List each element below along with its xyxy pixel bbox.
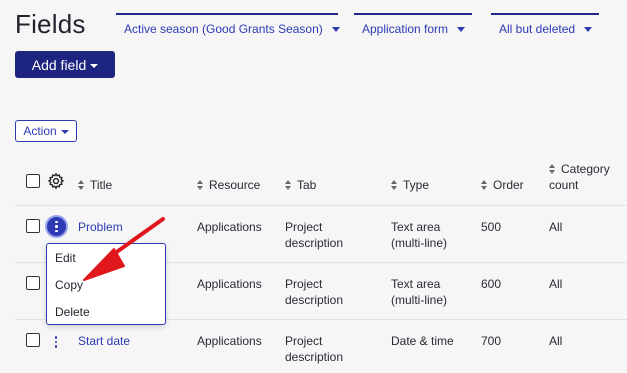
season-filter[interactable]: Active season (Good Grants Season) [116, 13, 340, 42]
chevron-down-icon [90, 63, 99, 68]
row-type-line2: (multi-line) [391, 236, 448, 250]
row-title-link[interactable]: Problem [78, 219, 123, 235]
form-filter[interactable]: Application form [354, 13, 472, 42]
column-header-resource-label: Resource [209, 178, 261, 192]
sort-icon [78, 180, 84, 190]
row-order: 700 [481, 334, 502, 348]
row-type: Date & time [391, 334, 454, 348]
sort-icon [549, 164, 555, 174]
column-header-title[interactable]: Title [78, 178, 112, 192]
row-type: Text area [391, 220, 441, 234]
row-checkbox[interactable] [26, 333, 40, 347]
row-resource: Applications [197, 220, 262, 234]
column-header-order[interactable]: Order [481, 178, 524, 192]
column-header-resource[interactable]: Resource [197, 178, 260, 192]
menu-item-copy[interactable]: Copy [55, 278, 83, 292]
column-header-tab-label: Tab [297, 178, 317, 192]
row-category: All [549, 220, 563, 234]
row-resource: Applications [197, 277, 262, 291]
row-type-line2: (multi-line) [391, 293, 448, 307]
action-label: Action [23, 124, 57, 138]
row-category: All [549, 334, 563, 348]
action-button[interactable]: Action [15, 120, 77, 142]
row-actions-menu: Edit Copy Delete [46, 243, 166, 325]
select-all-checkbox[interactable] [26, 174, 40, 188]
row-resource: Applications [197, 334, 262, 348]
form-filter-label: Application form [362, 21, 449, 36]
column-header-order-label: Order [493, 178, 524, 192]
row-tab-line2: description [285, 293, 344, 307]
row-category: All [549, 277, 563, 291]
column-header-category-label: Category [561, 162, 610, 176]
menu-item-edit[interactable]: Edit [55, 251, 76, 265]
row-order: 500 [481, 220, 502, 234]
page-title: Fields [15, 9, 86, 39]
kebab-icon[interactable] [45, 215, 68, 238]
row-checkbox[interactable] [26, 276, 40, 290]
chevron-down-icon [60, 130, 69, 134]
row-tab-line2: description [285, 236, 344, 250]
row-type: Text area [391, 277, 441, 291]
status-filter-label: All but deleted [499, 21, 576, 36]
column-header-type-label: Type [403, 178, 430, 192]
row-tab: Project [285, 277, 323, 291]
row-tab: Project [285, 220, 323, 234]
column-header-type[interactable]: Type [391, 178, 429, 192]
row-divider [15, 205, 627, 206]
sort-icon [285, 180, 291, 190]
chevron-down-icon [331, 27, 340, 32]
row-tab-line2: description [285, 350, 344, 364]
kebab-icon[interactable] [51, 335, 61, 349]
chevron-down-icon [457, 27, 466, 32]
row-title-link[interactable]: Start date [78, 333, 130, 349]
gear-icon[interactable] [47, 172, 65, 190]
column-header-category[interactable]: Category [549, 162, 610, 176]
sort-icon [391, 180, 397, 190]
column-header-tab[interactable]: Tab [285, 178, 316, 192]
status-filter[interactable]: All but deleted [491, 13, 599, 42]
add-field-label: Add field [31, 56, 87, 73]
sort-icon [197, 180, 203, 190]
row-checkbox[interactable] [26, 219, 40, 233]
sort-icon [481, 180, 487, 190]
chevron-down-icon [584, 27, 593, 32]
row-order: 600 [481, 277, 502, 291]
column-header-category-line2: count [549, 178, 578, 192]
menu-item-delete[interactable]: Delete [55, 305, 90, 319]
column-header-category-label-2: count [549, 178, 579, 192]
season-filter-label: Active season (Good Grants Season) [124, 21, 323, 36]
row-tab: Project [285, 334, 323, 348]
column-header-title-label: Title [90, 178, 113, 192]
add-field-button[interactable]: Add field [15, 51, 115, 78]
